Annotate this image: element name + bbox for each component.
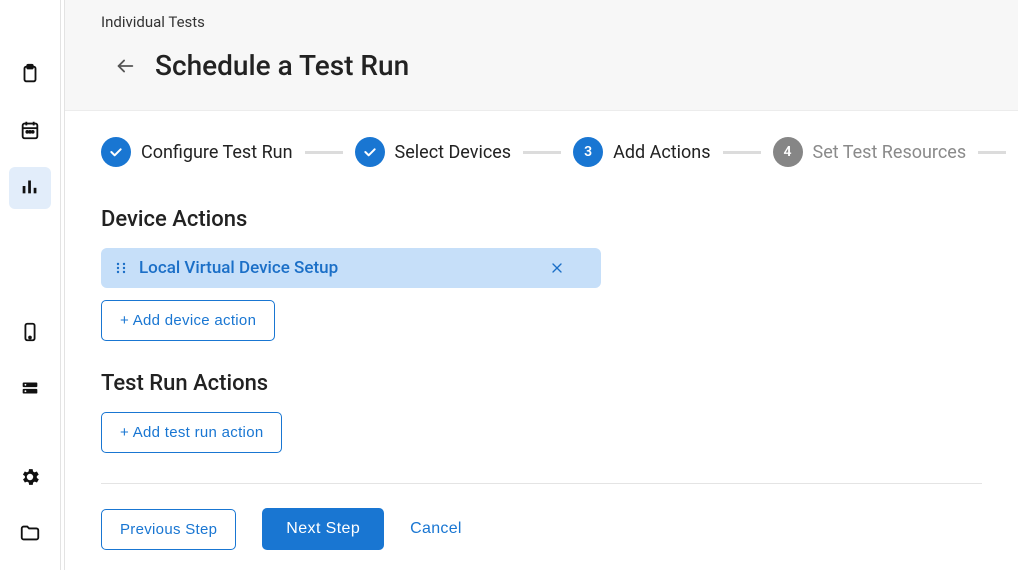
cancel-button[interactable]: Cancel xyxy=(410,520,462,538)
device-actions-section: Device Actions Local Virtual Device Setu… xyxy=(101,207,982,341)
nav-device[interactable] xyxy=(9,313,51,355)
nav-storage[interactable] xyxy=(9,369,51,411)
drag-handle-icon[interactable] xyxy=(115,262,127,274)
step-connector xyxy=(723,151,761,154)
clipboard-icon xyxy=(19,63,41,89)
next-step-button[interactable]: Next Step xyxy=(262,508,384,550)
header-zone: Individual Tests Schedule a Test Run xyxy=(65,0,1018,111)
footer-divider xyxy=(101,483,982,484)
step-label: Configure Test Run xyxy=(141,142,293,163)
gear-icon xyxy=(19,466,41,492)
nav-calendar[interactable] xyxy=(9,111,51,153)
section-title: Device Actions xyxy=(101,207,982,232)
check-icon xyxy=(355,137,385,167)
device-action-chip-label: Local Virtual Device Setup xyxy=(139,258,338,278)
page-title: Schedule a Test Run xyxy=(155,49,409,82)
step-configure-test-run[interactable]: Configure Test Run xyxy=(101,137,293,167)
step-label: Add Actions xyxy=(613,142,710,163)
back-arrow-icon[interactable] xyxy=(113,54,137,78)
breadcrumb[interactable]: Individual Tests xyxy=(101,13,205,31)
step-connector xyxy=(305,151,343,154)
calendar-icon xyxy=(19,119,41,145)
step-label: Select Devices xyxy=(395,142,512,163)
step-connector xyxy=(523,151,561,154)
step-number-badge: 4 xyxy=(773,137,803,167)
step-select-devices[interactable]: Select Devices xyxy=(355,137,512,167)
step-add-actions[interactable]: 3 Add Actions xyxy=(573,137,710,167)
main-area: Individual Tests Schedule a Test Run Con… xyxy=(65,0,1018,570)
close-icon[interactable] xyxy=(549,260,565,276)
step-number-badge: 3 xyxy=(573,137,603,167)
device-action-chip[interactable]: Local Virtual Device Setup xyxy=(101,248,601,288)
mobile-icon xyxy=(19,321,41,347)
stepper: Configure Test Run Select Devices 3 Add … xyxy=(101,137,982,167)
test-run-actions-section: Test Run Actions + Add test run action xyxy=(101,371,982,453)
footer-buttons: Previous Step Next Step Cancel xyxy=(101,508,982,550)
previous-step-button[interactable]: Previous Step xyxy=(101,509,236,550)
step-connector xyxy=(978,151,1006,154)
nav-analytics[interactable] xyxy=(9,167,51,209)
folder-icon xyxy=(19,522,41,548)
section-title: Test Run Actions xyxy=(101,371,982,396)
check-icon xyxy=(101,137,131,167)
side-nav xyxy=(0,0,60,570)
step-label: Set Test Resources xyxy=(813,142,967,163)
add-test-run-action-button[interactable]: + Add test run action xyxy=(101,412,282,453)
nav-folder[interactable] xyxy=(9,514,51,556)
storage-icon xyxy=(19,377,41,403)
step-set-test-resources[interactable]: 4 Set Test Resources xyxy=(773,137,967,167)
add-device-action-button[interactable]: + Add device action xyxy=(101,300,275,341)
nav-settings[interactable] xyxy=(9,458,51,500)
bar-chart-icon xyxy=(19,175,41,201)
nav-clipboard[interactable] xyxy=(9,55,51,97)
content-area: Configure Test Run Select Devices 3 Add … xyxy=(65,111,1018,570)
